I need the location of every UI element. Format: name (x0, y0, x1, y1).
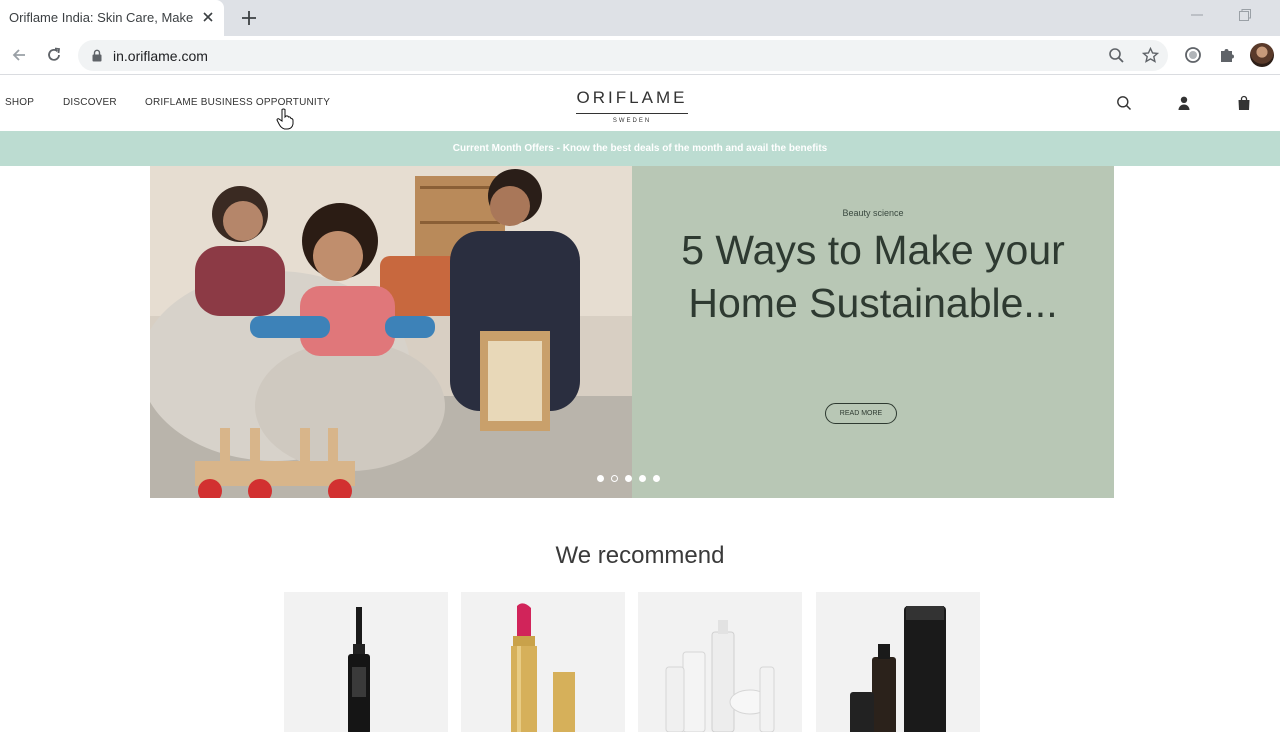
men-skincare-set-icon (850, 606, 946, 732)
bookmark-star-icon[interactable] (1142, 47, 1159, 64)
carousel-dots (597, 475, 667, 483)
restore-icon[interactable] (1238, 8, 1252, 22)
product-card[interactable] (461, 592, 625, 732)
user-account-icon[interactable] (1176, 95, 1192, 111)
mascara-icon (348, 607, 370, 732)
site-header: SHOP DISCOVER ORIFLAME BUSINESS OPPORTUN… (0, 75, 1280, 131)
promo-text: Current Month Offers - Know the best dea… (452, 143, 828, 154)
hero-illustration (150, 166, 632, 498)
product-card[interactable] (638, 592, 802, 732)
logo-text: ORIFLAME (576, 88, 688, 107)
extensions-puzzle-icon[interactable] (1218, 46, 1236, 64)
hero-family-image[interactable] (150, 166, 632, 498)
close-tab-icon[interactable] (200, 9, 216, 25)
shopping-bag-icon[interactable] (1236, 95, 1252, 111)
search-icon[interactable] (1116, 95, 1132, 111)
carousel-dot[interactable] (625, 475, 632, 482)
promo-banner[interactable]: Current Month Offers - Know the best dea… (0, 131, 1280, 166)
hero-text-panel: Beauty science 5 Ways to Make your Home … (632, 166, 1114, 498)
product-card[interactable] (284, 592, 448, 732)
new-tab-icon[interactable] (240, 9, 258, 27)
hero-carousel: Beauty science 5 Ways to Make your Home … (150, 166, 1114, 498)
zoom-icon[interactable] (1108, 47, 1125, 64)
oriflame-logo[interactable]: ORIFLAME SWEDEN (574, 88, 690, 124)
carousel-dot[interactable] (611, 475, 618, 482)
nav-shop[interactable]: SHOP (5, 97, 34, 108)
reload-icon[interactable] (45, 46, 63, 64)
address-bar[interactable]: in.oriflame.com (78, 40, 1168, 71)
minimize-icon[interactable] (1190, 8, 1204, 22)
logo-subtitle: SWEDEN (609, 118, 655, 124)
carousel-dot[interactable] (597, 475, 604, 482)
lock-icon[interactable] (91, 49, 103, 62)
carousel-dot[interactable] (639, 475, 646, 482)
logo-divider (576, 113, 688, 114)
browser-tab[interactable]: Oriflame India: Skin Care, Makeup (0, 0, 224, 36)
nav-discover[interactable]: DISCOVER (63, 97, 117, 108)
profile-avatar[interactable] (1250, 43, 1274, 67)
browser-tab-bar: Oriflame India: Skin Care, Makeup (0, 0, 1280, 36)
product-card[interactable] (816, 592, 980, 732)
nav-business-opportunity[interactable]: ORIFLAME BUSINESS OPPORTUNITY (145, 97, 330, 108)
back-icon[interactable] (10, 46, 28, 64)
url-text: in.oriflame.com (113, 48, 208, 64)
extension-circle-icon[interactable] (1184, 46, 1202, 64)
skincare-set-icon (665, 620, 775, 732)
read-more-button[interactable]: READ MORE (825, 403, 897, 424)
hero-title[interactable]: 5 Ways to Make your Home Sustainable... (672, 224, 1074, 330)
recommend-title: We recommend (555, 542, 725, 569)
hand-cursor-icon (276, 108, 294, 130)
carousel-dot[interactable] (653, 475, 660, 482)
browser-toolbar: in.oriflame.com (0, 36, 1280, 75)
lipstick-icon (511, 603, 575, 732)
tab-title: Oriflame India: Skin Care, Makeup (9, 10, 194, 25)
hero-category: Beauty science (842, 208, 904, 218)
